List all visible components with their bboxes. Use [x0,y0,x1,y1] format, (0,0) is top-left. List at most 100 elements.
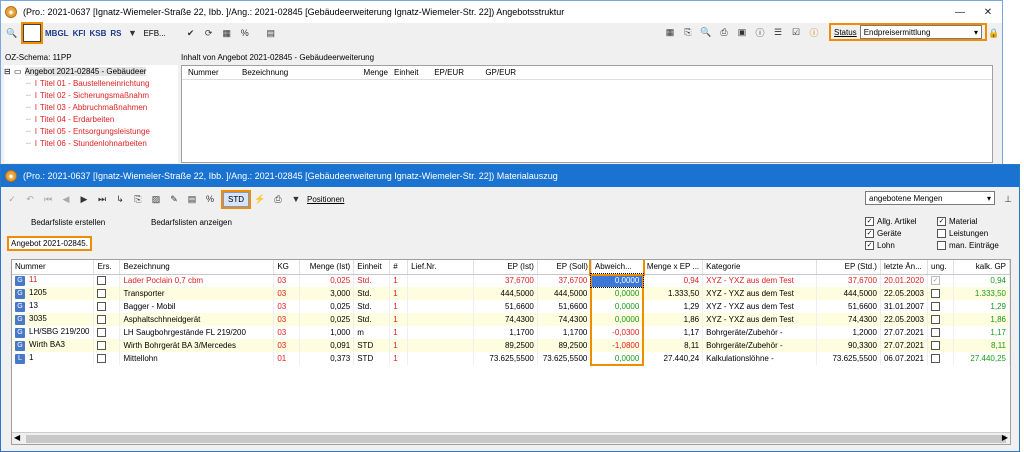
undo-icon[interactable]: ↶ [23,192,37,206]
checklist-icon[interactable]: ☑ [789,25,803,39]
list-icon[interactable]: ☰ [771,25,785,39]
checkbox-icon[interactable] [937,216,946,226]
tree-item[interactable]: ┈ ǀ Titel 04 - Erdarbeiten [4,113,178,125]
mengen-select[interactable]: angebotene Mengen ▾ [865,191,995,205]
horizontal-scrollbar[interactable]: ◀ ▶ [12,432,1010,444]
ers-checkbox[interactable] [97,302,107,312]
cell-ers[interactable] [93,313,121,326]
structure-tree[interactable]: ⊟ ▭ Angebot 2021-02845 - Gebäudeer ┈ ǀ Tit… [4,65,178,163]
column-header[interactable]: EP (Soll) [537,260,592,275]
table-row[interactable]: G 13 Bagger - Mobil 03 0,025 Std. 1 51,6600 51,6… [12,300,1010,313]
ung-checkbox[interactable] [931,328,940,338]
efb-button[interactable]: EFB... [143,29,165,38]
cell-ers[interactable] [93,274,121,287]
cell-ers[interactable] [93,339,121,352]
paste-icon[interactable]: ▨ [149,192,163,206]
lightning-icon[interactable]: ⚡ [253,192,267,206]
ung-checkbox[interactable] [931,276,940,286]
ers-checkbox[interactable] [97,328,107,338]
status-select[interactable]: Endpreisermittlung ▾ [859,25,982,39]
scroll-thumb[interactable] [26,435,1006,443]
checkbox-icon[interactable] [937,228,946,238]
column-header[interactable]: Nummer [12,260,95,275]
minimize-button[interactable]: — [946,1,974,23]
scroll-right-icon[interactable]: ▶ [1002,433,1008,442]
dropdown-arrow-icon[interactable]: ▼ [289,192,303,206]
export-icon[interactable]: ⎘ [681,25,695,39]
print-icon[interactable]: ⎙ [717,25,731,39]
column-header[interactable]: Nummer [182,68,236,77]
refresh-icon[interactable]: ⟳ [202,26,216,40]
material-grid[interactable]: Nummer Ers. Bezeichnung KG Menge (Ist) Einhei… [11,259,1011,445]
search-icon[interactable]: 🔍 [5,26,19,40]
ung-checkbox[interactable] [931,289,940,299]
ksb-button[interactable]: KSB [89,29,106,38]
table-row[interactable]: G 11 Lader Poclain 0,7 cbm 03 0,025 Std. 1 37,6… [12,273,1010,288]
column-header[interactable]: kalk. GP [953,260,1010,275]
column-header[interactable]: KG [273,260,301,275]
tree-item[interactable]: ┈ ǀ Titel 05 - Entsorgungsleistunge [4,125,178,137]
ung-checkbox[interactable] [931,302,940,312]
checkbox-icon[interactable] [865,228,874,238]
dropdown-arrow-icon[interactable]: ▼ [125,26,139,40]
column-header[interactable]: Bezeichnung [119,260,275,275]
table-row[interactable]: G 1205 Transporter 03 3,000 Std. 1 444,5000 444,… [12,287,1010,300]
bedarfsliste-erstellen-button[interactable]: Bedarfsliste erstellen [31,218,105,227]
column-header[interactable]: Einheit [388,68,418,77]
filter-checkbox[interactable]: Material [937,215,1009,227]
bedarfslisten-anzeigen-button[interactable]: Bedarfslisten anzeigen [151,218,232,227]
calculator-icon[interactable]: ▦ [220,26,234,40]
tree-item[interactable]: ┈ ǀ Titel 01 - Baustelleneinrichtung [4,77,178,89]
cell-ung[interactable] [927,274,954,287]
ung-checkbox[interactable] [931,354,940,364]
ers-checkbox[interactable] [97,354,107,364]
edit-icon[interactable]: ✎ [167,192,181,206]
filter-checkbox[interactable]: man. Einträge [937,239,1009,251]
cell-ers[interactable] [93,287,121,300]
print-icon[interactable]: ⎙ [271,192,285,206]
next-icon[interactable]: ▶ [77,192,91,206]
cell-ung[interactable] [927,352,954,365]
column-header[interactable]: Lief.Nr. [407,260,474,275]
rs-button[interactable]: RS [110,29,121,38]
pin-icon[interactable]: ⊥ [1001,192,1015,206]
document-icon[interactable]: ▤ [185,192,199,206]
check-icon[interactable]: ✔ [184,26,198,40]
column-header[interactable]: # [389,260,409,275]
confirm-icon[interactable]: ✓ [5,192,19,206]
table-row[interactable]: G LH/SBG 219/200 LH Saugbohrgestände FL 21… [12,326,1010,339]
column-header[interactable]: EP/EUR [418,68,464,77]
ers-checkbox[interactable] [97,276,107,286]
last-icon[interactable]: ⏭ [95,192,109,206]
ers-checkbox[interactable] [97,315,107,325]
table-row[interactable]: L 1 Mittellohn 01 0,373 STD 1 73.625,5500 73.625… [12,352,1010,366]
grid-icon[interactable]: ▦ [663,25,677,39]
info-icon[interactable]: ⓘ [753,25,767,39]
filter-checkbox[interactable]: Allg. Artikel [865,215,937,227]
column-header[interactable]: Kategorie [702,260,818,275]
tree-item[interactable]: ┈ ǀ Titel 02 - Sicherungsmaßnahm [4,89,178,101]
column-header[interactable]: Menge x EP ... [643,260,704,275]
tree-root[interactable]: ⊟ ▭ Angebot 2021-02845 - Gebäudeer [4,65,178,77]
cell-ung[interactable] [927,300,954,313]
std-button[interactable]: STD [221,189,251,209]
column-header[interactable]: Ers. [93,260,121,275]
preview-icon[interactable]: ▣ [735,25,749,39]
column-header[interactable]: EP (Ist) [473,260,538,275]
column-header[interactable]: letzte Än... [880,260,929,275]
column-header[interactable]: Abweich... [589,260,646,276]
copy-icon[interactable]: ⎘ [131,192,145,206]
table-row[interactable]: G 3035 Asphaltschhneidgerät 03 0,025 Std. 1 74,… [12,313,1010,326]
tree-item[interactable]: ┈ ǀ Titel 03 - Abbruchmaßnahmen [4,101,178,113]
zoom-icon[interactable]: 🔍 [699,25,713,39]
ung-checkbox[interactable] [931,315,940,325]
table-row[interactable]: G Wirth BA3 Wirth Bohrgerät BA 3/Mercedes 0… [12,339,1010,352]
column-header[interactable]: ung. [927,260,954,275]
cell-ung[interactable] [927,313,954,326]
checkbox-icon[interactable] [21,22,43,44]
column-header[interactable]: Menge (Ist) [299,260,355,275]
lock-icon[interactable]: 🔒 [987,26,1001,40]
column-header[interactable]: Menge [340,68,388,77]
mbgl-button[interactable]: MBGL [45,29,69,38]
percent-icon[interactable]: % [238,26,252,40]
